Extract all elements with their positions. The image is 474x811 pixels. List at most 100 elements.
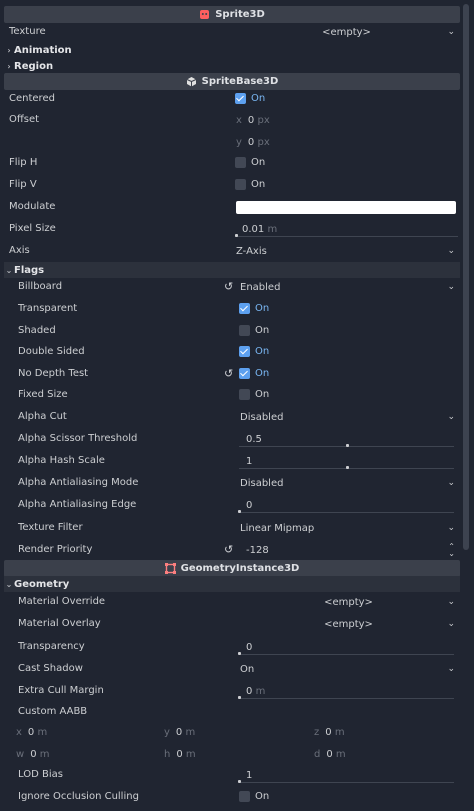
region-section[interactable]: › Region bbox=[4, 58, 460, 74]
aabb-x-value: 0 bbox=[27, 727, 35, 738]
geometry-section[interactable]: ⌄ Geometry bbox=[4, 576, 460, 592]
pixel-size-field[interactable]: 0.01 m bbox=[233, 221, 460, 238]
flags-section-title: Flags bbox=[14, 264, 45, 276]
no-depth-test-label: No Depth Test bbox=[18, 368, 89, 379]
aabb-h-field[interactable]: h0 m bbox=[160, 746, 304, 763]
chevron-down-icon[interactable]: ⌄ bbox=[447, 661, 455, 678]
chevron-down-icon[interactable]: ⌄ bbox=[447, 520, 455, 537]
chevron-down-icon: ⌄ bbox=[5, 579, 13, 589]
chevron-down-icon: ⌄ bbox=[5, 265, 13, 275]
cast-shadow-dropdown[interactable]: On ⌄ bbox=[237, 661, 460, 678]
custom-aabb-position-row: x0 m y0 m z0 m bbox=[0, 722, 462, 742]
chevron-down-icon[interactable]: ⌄ bbox=[447, 594, 455, 611]
aabb-y-value: 0 bbox=[175, 727, 183, 738]
aabb-d-value: 0 bbox=[326, 749, 333, 760]
slider-knob[interactable] bbox=[238, 696, 241, 699]
aabb-z-field[interactable]: z0 m bbox=[310, 724, 456, 741]
revert-icon[interactable]: ↺ bbox=[224, 540, 233, 560]
render-priority-spinbox[interactable]: -128 ⌃ ⌄ bbox=[237, 542, 460, 559]
aabb-x-unit: m bbox=[37, 727, 48, 738]
alpha-hash-field[interactable]: 1 bbox=[237, 453, 456, 470]
shaded-checkbox[interactable] bbox=[239, 325, 250, 336]
chevron-down-icon[interactable]: ⌄ bbox=[447, 279, 455, 296]
pixel-size-slider[interactable] bbox=[235, 234, 458, 237]
flags-section[interactable]: ⌄ Flags bbox=[4, 262, 460, 278]
slider-knob[interactable] bbox=[345, 444, 349, 447]
texture-resource-picker[interactable]: <empty> ⌄ bbox=[233, 24, 460, 41]
material-override-picker[interactable]: <empty> ⌄ bbox=[237, 594, 460, 611]
lod-bias-field[interactable]: 1 bbox=[237, 767, 456, 784]
transparency-slider[interactable] bbox=[238, 652, 454, 655]
alpha-hash-label: Alpha Hash Scale bbox=[18, 455, 105, 466]
alpha-scissor-field[interactable]: 0.5 bbox=[237, 431, 456, 448]
aabb-d-field[interactable]: d0 m bbox=[310, 746, 456, 763]
sprite3d-title: Sprite3D bbox=[215, 9, 265, 20]
chevron-down-icon[interactable]: ⌄ bbox=[447, 475, 455, 492]
flip-h-label: Flip H bbox=[9, 157, 38, 168]
aabb-y-field[interactable]: y0 m bbox=[160, 724, 304, 741]
transparent-row: Transparent On bbox=[0, 299, 462, 319]
modulate-color-swatch[interactable] bbox=[236, 201, 456, 214]
texture-filter-dropdown[interactable]: Linear Mipmap ⌄ bbox=[237, 520, 460, 537]
slider-knob[interactable] bbox=[345, 466, 349, 469]
aabb-w-field[interactable]: w0 m bbox=[12, 746, 154, 763]
fixed-size-row: Fixed Size On bbox=[0, 385, 462, 405]
aa-mode-dropdown[interactable]: Disabled ⌄ bbox=[237, 475, 460, 492]
alpha-scissor-slider[interactable] bbox=[239, 444, 454, 447]
cast-shadow-value: On bbox=[240, 664, 255, 675]
inspector-scrollbar[interactable] bbox=[463, 4, 469, 550]
centered-checkbox[interactable] bbox=[235, 93, 246, 104]
alpha-scissor-label: Alpha Scissor Threshold bbox=[18, 433, 138, 444]
ignore-occlusion-checkbox[interactable] bbox=[239, 791, 250, 802]
slider-knob[interactable] bbox=[238, 780, 241, 783]
offset-y-unit: px bbox=[257, 137, 270, 148]
chevron-down-icon[interactable]: ⌄ bbox=[447, 243, 455, 260]
slider-knob[interactable] bbox=[238, 652, 241, 655]
double-sided-value: On bbox=[255, 346, 270, 357]
flip-v-checkbox[interactable] bbox=[235, 179, 246, 190]
material-override-label: Material Override bbox=[18, 596, 106, 607]
flip-h-checkbox[interactable] bbox=[235, 157, 246, 168]
transparent-label: Transparent bbox=[18, 303, 78, 314]
animation-section[interactable]: › Animation bbox=[4, 42, 460, 58]
axis-row: Axis Z-Axis ⌄ bbox=[0, 241, 462, 261]
aa-edge-field[interactable]: 0 bbox=[237, 497, 456, 514]
extra-cull-field[interactable]: 0 m bbox=[237, 683, 456, 700]
sprite3d-icon bbox=[199, 9, 210, 20]
texture-filter-row: Texture Filter Linear Mipmap ⌄ bbox=[0, 518, 462, 538]
offset-x-field[interactable]: x0 px bbox=[233, 111, 460, 130]
billboard-value: Enabled bbox=[240, 282, 281, 293]
material-overlay-picker[interactable]: <empty> ⌄ bbox=[237, 616, 460, 633]
transparent-checkbox[interactable] bbox=[239, 303, 250, 314]
aabb-d-axis-label: d bbox=[314, 749, 321, 760]
no-depth-test-checkbox[interactable] bbox=[239, 368, 250, 379]
extra-cull-slider[interactable] bbox=[238, 696, 454, 699]
chevron-down-icon[interactable]: ⌄ bbox=[447, 409, 455, 426]
no-depth-test-value: On bbox=[255, 368, 270, 379]
pixel-size-label: Pixel Size bbox=[9, 223, 56, 234]
aabb-y-axis-label: y bbox=[164, 727, 170, 738]
alpha-cut-dropdown[interactable]: Disabled ⌄ bbox=[237, 409, 460, 426]
billboard-dropdown[interactable]: Enabled ⌄ bbox=[237, 279, 460, 296]
fixed-size-label: Fixed Size bbox=[18, 389, 68, 400]
slider-knob[interactable] bbox=[238, 510, 241, 513]
lod-bias-slider[interactable] bbox=[238, 780, 454, 783]
slider-knob[interactable] bbox=[235, 234, 238, 237]
chevron-down-icon[interactable]: ⌄ bbox=[447, 24, 455, 41]
aabb-x-field[interactable]: x0 m bbox=[12, 724, 154, 741]
material-override-value: <empty> bbox=[324, 597, 373, 608]
double-sided-checkbox[interactable] bbox=[239, 346, 250, 357]
aabb-h-value: 0 bbox=[176, 749, 183, 760]
aa-edge-slider[interactable] bbox=[238, 510, 454, 513]
chevron-down-icon[interactable]: ⌄ bbox=[447, 616, 455, 633]
flip-h-row: Flip H On bbox=[0, 153, 462, 173]
revert-icon[interactable]: ↺ bbox=[224, 277, 233, 297]
transparency-field[interactable]: 0 bbox=[237, 639, 456, 656]
alpha-hash-slider[interactable] bbox=[239, 466, 454, 469]
aa-mode-value: Disabled bbox=[240, 478, 284, 489]
fixed-size-checkbox[interactable] bbox=[239, 389, 250, 400]
offset-y-field[interactable]: y0 px bbox=[233, 133, 460, 152]
axis-dropdown[interactable]: Z-Axis ⌄ bbox=[233, 243, 460, 260]
spin-arrows-icon[interactable]: ⌃ ⌄ bbox=[448, 543, 455, 558]
revert-icon[interactable]: ↺ bbox=[224, 364, 233, 384]
